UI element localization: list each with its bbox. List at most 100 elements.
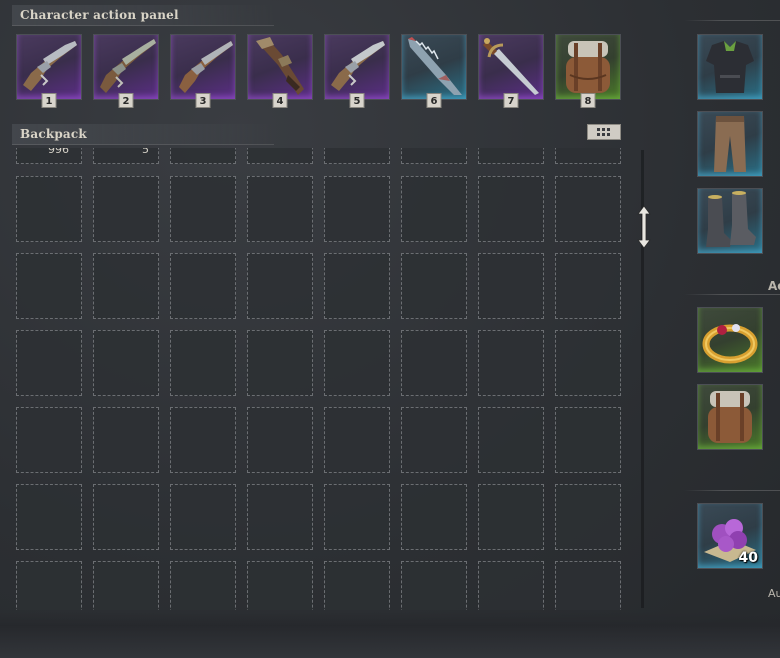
backpack-slot[interactable] xyxy=(170,330,236,396)
backpack-slot[interactable] xyxy=(401,330,467,396)
action-slot-1[interactable]: 1 xyxy=(16,34,82,108)
flintlock-pistol-icon xyxy=(331,41,385,91)
backpack-slot[interactable] xyxy=(93,484,159,550)
trousers-icon xyxy=(714,116,746,172)
backpack-grid[interactable]: 996 5 xyxy=(12,148,632,610)
backpack-slot[interactable] xyxy=(247,407,313,473)
backpack-slot[interactable] xyxy=(247,176,313,242)
backpack-slot[interactable] xyxy=(16,484,82,550)
backpack-slot[interactable] xyxy=(324,253,390,319)
action-slot-7[interactable]: 7 xyxy=(478,34,544,108)
vertical-resize-arrow-icon[interactable] xyxy=(636,205,652,249)
backpack-slot[interactable] xyxy=(16,561,82,610)
backpack-slot[interactable] xyxy=(478,148,544,164)
backpack-slot[interactable] xyxy=(555,253,621,319)
item-count: 5 xyxy=(142,148,149,156)
equipment-slot-legs[interactable] xyxy=(697,111,763,177)
backpack-slot[interactable] xyxy=(170,253,236,319)
accessories-title: Ac xyxy=(768,279,780,293)
backpack-slot[interactable] xyxy=(16,176,82,242)
shark-saw-blade-icon xyxy=(408,37,462,95)
backpack-slot[interactable] xyxy=(324,176,390,242)
backpack-slot[interactable] xyxy=(555,561,621,610)
backpack-slot[interactable] xyxy=(478,561,544,610)
backpack-slot[interactable] xyxy=(555,484,621,550)
resource-label: Au xyxy=(768,587,780,600)
equipment-slot-body[interactable] xyxy=(697,34,763,100)
backpack-slot[interactable] xyxy=(324,484,390,550)
slot-number-badge: 6 xyxy=(426,93,442,108)
action-panel-title: Character action panel xyxy=(12,5,274,26)
backpack-slot[interactable] xyxy=(401,176,467,242)
backpack-slot[interactable] xyxy=(93,330,159,396)
backpack-slot[interactable] xyxy=(16,330,82,396)
gold-ring-icon xyxy=(702,324,758,364)
backpack-slot[interactable] xyxy=(93,176,159,242)
action-slot-3[interactable]: 3 xyxy=(170,34,236,108)
slot-number-badge: 7 xyxy=(503,93,519,108)
slot-number-badge: 2 xyxy=(118,93,134,108)
saber-icon xyxy=(483,38,539,95)
action-slot-5[interactable]: 5 xyxy=(324,34,390,108)
backpack-slot[interactable] xyxy=(401,407,467,473)
resource-slot[interactable]: 40 xyxy=(697,503,763,569)
backpack-slot[interactable] xyxy=(93,407,159,473)
equipment-slot-feet[interactable] xyxy=(697,188,763,254)
backpack-slot[interactable] xyxy=(170,407,236,473)
backpack-slot[interactable] xyxy=(401,253,467,319)
boots-icon xyxy=(706,191,756,247)
slot-number-badge: 1 xyxy=(41,93,57,108)
slot-number-badge: 3 xyxy=(195,93,211,108)
coat-armor-icon xyxy=(706,41,754,93)
flintlock-pistol-icon xyxy=(23,41,77,91)
resources-header-line xyxy=(684,490,780,491)
grid-view-toggle[interactable] xyxy=(587,124,621,140)
item-count: 996 xyxy=(48,148,69,156)
backpack-slot[interactable] xyxy=(93,561,159,610)
backpack-slot[interactable] xyxy=(401,484,467,550)
slot-number-badge: 4 xyxy=(272,93,288,108)
backpack-slot[interactable] xyxy=(324,561,390,610)
action-slot-2[interactable]: 2 xyxy=(93,34,159,108)
backpack-icon xyxy=(566,41,610,93)
backpack-slot[interactable] xyxy=(478,484,544,550)
accessory-slot-bag[interactable] xyxy=(697,384,763,450)
backpack-slot[interactable] xyxy=(170,148,236,164)
backpack-slot[interactable] xyxy=(478,176,544,242)
backpack-slot[interactable] xyxy=(247,330,313,396)
backpack-slot[interactable] xyxy=(555,407,621,473)
action-slot-6[interactable]: 6 xyxy=(401,34,467,108)
backpack-slot[interactable] xyxy=(247,561,313,610)
blunderbuss-icon xyxy=(256,37,304,95)
backpack-slot[interactable] xyxy=(324,407,390,473)
backpack-icon xyxy=(708,391,752,443)
action-slot-8[interactable]: 8 xyxy=(555,34,621,108)
backpack-slot[interactable] xyxy=(170,176,236,242)
backpack-slot[interactable] xyxy=(16,253,82,319)
flintlock-pistol-icon xyxy=(179,41,233,93)
backpack-slot[interactable] xyxy=(247,484,313,550)
backpack-slot[interactable] xyxy=(555,176,621,242)
backpack-slot[interactable] xyxy=(247,148,313,164)
backpack-slot[interactable] xyxy=(478,253,544,319)
backpack-slot[interactable] xyxy=(93,148,159,164)
backpack-title: Backpack xyxy=(12,124,274,145)
backpack-slot[interactable] xyxy=(16,407,82,473)
backpack-slot[interactable] xyxy=(401,561,467,610)
backpack-slot[interactable] xyxy=(170,484,236,550)
grid-view-icon xyxy=(597,127,610,136)
accessories-header-line xyxy=(684,294,780,295)
backpack-slot[interactable] xyxy=(324,330,390,396)
accessory-slot-ring[interactable] xyxy=(697,307,763,373)
action-slot-4[interactable]: 4 xyxy=(247,34,313,108)
backpack-slot[interactable] xyxy=(555,330,621,396)
backpack-slot[interactable] xyxy=(170,561,236,610)
flintlock-pistol-icon xyxy=(100,39,156,93)
backpack-slot[interactable] xyxy=(401,148,467,164)
backpack-slot[interactable] xyxy=(93,253,159,319)
backpack-slot[interactable] xyxy=(324,148,390,164)
backpack-slot[interactable] xyxy=(478,407,544,473)
backpack-slot[interactable] xyxy=(478,330,544,396)
backpack-slot[interactable] xyxy=(555,148,621,164)
backpack-slot[interactable] xyxy=(247,253,313,319)
